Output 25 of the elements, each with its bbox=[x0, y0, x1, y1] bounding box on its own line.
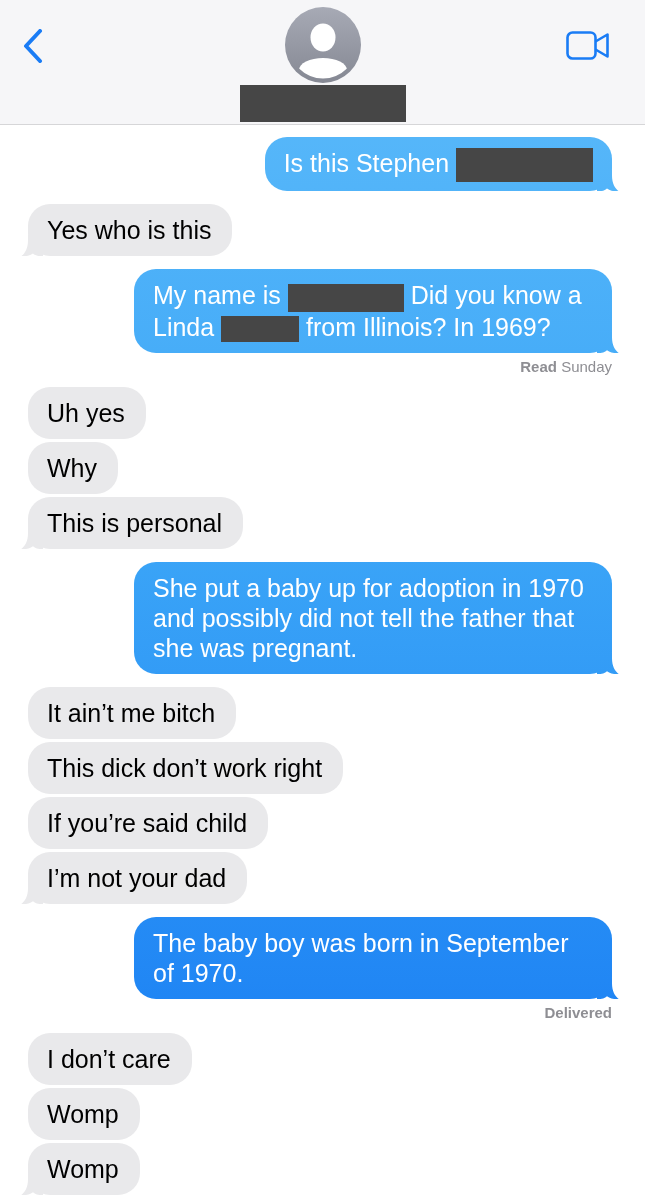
message-text: My name is bbox=[153, 281, 281, 310]
delivery-status: Delivered bbox=[544, 1003, 612, 1024]
message-text: Linda bbox=[153, 312, 215, 341]
chevron-left-icon bbox=[23, 29, 43, 63]
message-text: Womp bbox=[47, 1100, 119, 1129]
back-button[interactable] bbox=[23, 29, 43, 63]
message-text: This is personal bbox=[47, 509, 223, 538]
message-text: I don’t care bbox=[47, 1045, 171, 1074]
message-text: Uh yes bbox=[47, 399, 125, 428]
message-text: This dick don’t work right bbox=[47, 754, 323, 783]
video-camera-icon bbox=[566, 31, 610, 60]
message-text: Did you know a bbox=[410, 281, 582, 310]
message-text: It ain’t me bitch bbox=[47, 699, 216, 728]
message-text: Yes who is this bbox=[47, 216, 212, 245]
message-text: Is this Stephen bbox=[283, 149, 450, 177]
message-text: She put a baby up for adoption in 1970 and possibly did not tell the father that she was pregnant. bbox=[153, 574, 584, 663]
message-text: I’m not your dad bbox=[47, 864, 227, 893]
message-text: Womp bbox=[47, 1155, 119, 1184]
message-text: If you’re said child bbox=[47, 809, 248, 838]
delivery-status: Read Sunday bbox=[520, 357, 612, 378]
message-text: from Illinois? In 1969? bbox=[306, 312, 551, 341]
video-call-button[interactable] bbox=[566, 31, 610, 60]
message-text: Why bbox=[47, 454, 97, 483]
avatar-icon[interactable] bbox=[284, 7, 361, 83]
message-text: The baby boy was born in September of 1970. bbox=[153, 929, 569, 988]
